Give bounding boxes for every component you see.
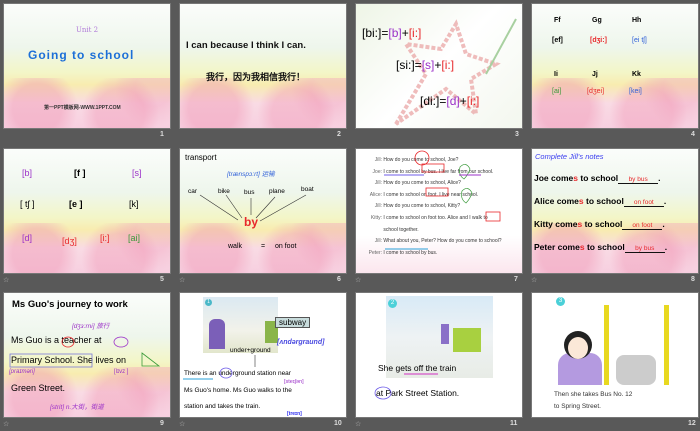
slide-thumbnail-5[interactable]: [b] [f ] [s] [ tʃ ] [e ] [k] [d] [dʒ] [i… [3, 148, 171, 274]
slide-thumbnail-4[interactable]: Ff Gg Hh [ef] [dʒi:] [ei tʃ] Ii Jj Kk [a… [531, 3, 699, 129]
phonics-line-2: [si:]=[s]+[i:] [396, 58, 455, 72]
sound-label: [ tʃ ] [20, 199, 35, 209]
slide-thumbnail-3[interactable]: [bi:]=[b]+[i:] [si:]=[s]+[i:] [di:]=[d]+… [355, 3, 523, 129]
sound-label: [f ] [74, 168, 86, 178]
slide-thumbnail-2[interactable]: I can because I think I can. 我行，因为我相信我行！ [179, 3, 347, 129]
note-row: Joe comes to school by bus. [534, 173, 661, 184]
slide-thumbnail-1[interactable]: Unit 2 Going to school 第一PPT模板网-WWW.1PPT… [3, 3, 171, 129]
animation-star-icon[interactable]: ☆ [3, 420, 9, 428]
sound-label: [b] [22, 168, 33, 178]
phonetic-label: [ei tʃ] [632, 37, 647, 44]
slide-thumbnail-11[interactable]: 2 She gets off the train at Park Street … [355, 292, 523, 418]
phonetic-label: [ef] [552, 37, 563, 44]
bus-illustration: 3 [554, 297, 682, 385]
walk-label: walk [228, 243, 243, 250]
phonetic-label: [dʒei] [587, 88, 605, 95]
note-row: Peter comes to school by bus. [534, 242, 668, 253]
step-badge: 3 [556, 297, 565, 306]
slide-thumbnail-9[interactable]: Ms Guo's journey to work [dʒɜ:rni] 旅行 Ms… [3, 292, 171, 418]
letter-label: Ff [554, 17, 561, 24]
slide-title: transport [185, 153, 217, 162]
phonetic-label: [ai] [552, 88, 562, 95]
slide-number: 9 [160, 420, 164, 427]
animation-star-icon[interactable]: ☆ [179, 420, 185, 428]
unit-label: Unit 2 [76, 26, 99, 34]
slide-number: 2 [337, 131, 341, 138]
phonetic-label: [trænspɔ:rt] 运输 [227, 171, 275, 178]
body-line: Then she takes Bus No. 12 [554, 391, 633, 398]
body-line: to Spring Street. [554, 403, 601, 410]
slide-thumbnail-12[interactable]: 3 Then she takes Bus No. 12 to Spring St… [531, 292, 699, 418]
by-label: by [244, 215, 259, 229]
animation-star-icon[interactable]: ☆ [3, 276, 9, 284]
slide-thumbnail-8[interactable]: Complete Jill's notes Joe comes to schoo… [531, 148, 699, 274]
vehicle-label: car [188, 188, 198, 195]
slide-number: 11 [510, 420, 518, 427]
letter-label: Hh [632, 17, 642, 24]
sound-label: [d] [22, 233, 33, 243]
slide-thumbnail-6[interactable]: transport [trænspɔ:rt] 运输 car bike bus p… [179, 148, 347, 274]
vehicle-label: plane [269, 188, 285, 195]
vehicle-label: bus [244, 189, 255, 196]
animation-star-icon[interactable]: ☆ [355, 420, 361, 428]
phonetic-label: [dʒi:] [590, 37, 607, 44]
slide-thumbnail-10[interactable]: 1 subway [ʌndərgraund] under+ground Ther… [179, 292, 347, 418]
letter-label: Jj [592, 71, 598, 78]
sound-label: [i:] [100, 233, 110, 243]
on-foot-label: on foot [275, 243, 297, 250]
animation-star-icon[interactable]: ☆ [355, 276, 361, 284]
letter-label: Ii [554, 71, 558, 78]
annotation-marks [9, 336, 161, 368]
chinese-quote: 我行，因为我相信我行！ [206, 73, 306, 83]
slide-number: 6 [337, 276, 341, 283]
sound-label: [ai] [128, 233, 141, 243]
footer-text: 第一PPT模板网-WWW.1PPT.COM [44, 105, 121, 111]
letter-label: Kk [632, 71, 641, 78]
animation-star-icon[interactable]: ☆ [531, 276, 537, 284]
annotation-marks [374, 373, 438, 400]
slide-number: 5 [160, 276, 164, 283]
equals-label: = [261, 243, 266, 250]
sound-label: [e ] [69, 199, 83, 209]
slide-number: 10 [334, 420, 342, 427]
slide-number: 3 [515, 131, 519, 138]
sound-label: [dʒ] [62, 236, 77, 246]
annotation-marks [384, 150, 501, 250]
slide-heading: Complete Jill's notes [535, 152, 604, 161]
letter-label: Gg [592, 17, 602, 24]
slide-thumbnail-7[interactable]: Jill: How do you come to school, Joe? Jo… [355, 148, 523, 274]
slide-number: 12 [688, 420, 696, 427]
slide-number: 8 [691, 276, 695, 283]
slide-number: 1 [160, 131, 164, 138]
annotation-marks [183, 355, 256, 380]
animation-star-icon[interactable]: ☆ [179, 276, 185, 284]
phonetic-label: [kei] [629, 88, 642, 95]
phonics-line-3: [di:]=[d]+[i:] [420, 94, 480, 108]
vehicle-label: bike [218, 188, 230, 195]
sound-label: [k] [129, 199, 139, 209]
note-row: Kitty comes to school on foot. [534, 219, 665, 230]
slide-title: Going to school [28, 48, 135, 62]
phonics-line-1: [bi:]=[b]+[i:] [362, 26, 422, 40]
slide-number: 4 [691, 131, 695, 138]
english-quote: I can because I think I can. [186, 40, 306, 51]
slide-number: 7 [514, 276, 518, 283]
sound-label: [s] [132, 168, 142, 178]
note-row: Alice comes to school on foot. [534, 196, 667, 207]
vehicle-label: boat [301, 186, 314, 193]
